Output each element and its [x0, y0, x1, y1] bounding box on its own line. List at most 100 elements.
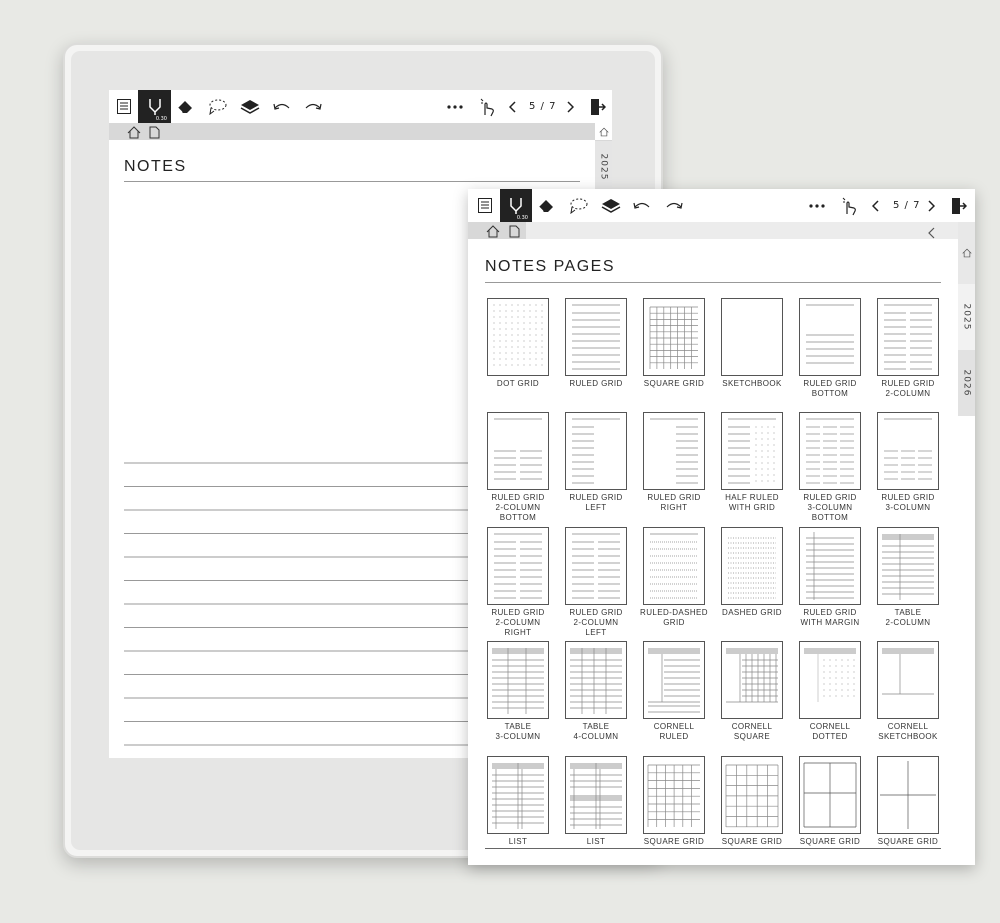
eraser-icon[interactable] — [536, 189, 558, 222]
template-thumbnail[interactable] — [565, 641, 627, 719]
lasso-icon[interactable] — [566, 189, 590, 222]
template-label[interactable]: CORNELL SQUARE — [708, 722, 796, 742]
template-thumbnail[interactable] — [487, 412, 549, 490]
front-screen: 0.30 5 / 7 2025 2026 NOTES PAGES DOT GRI… — [468, 189, 975, 865]
template-thumbnail[interactable] — [643, 527, 705, 605]
side-tab-2025[interactable]: 2025 — [958, 284, 975, 350]
template-label[interactable]: SQUARE GRID — [630, 379, 718, 389]
template-label[interactable]: RULED GRID 2-COLUMN RIGHT — [474, 608, 562, 638]
template-thumbnail[interactable] — [487, 527, 549, 605]
page-icon[interactable] — [149, 124, 160, 143]
template-thumbnail[interactable] — [565, 298, 627, 376]
home-icon[interactable] — [486, 223, 500, 242]
toc-icon[interactable] — [474, 189, 496, 222]
next-page-icon[interactable] — [563, 90, 577, 123]
redo-icon[interactable] — [663, 189, 685, 222]
template-label[interactable]: RULED GRID 3-COLUMN BOTTOM — [786, 493, 874, 523]
side-tab-year[interactable]: 2025 — [595, 141, 612, 193]
template-thumbnail[interactable] — [799, 298, 861, 376]
exit-icon[interactable] — [587, 90, 609, 123]
template-label[interactable]: LIST — [552, 837, 640, 847]
template-thumbnail[interactable] — [799, 641, 861, 719]
template-label[interactable]: SKETCHBOOK — [708, 379, 796, 389]
template-thumbnail[interactable] — [877, 527, 939, 605]
layers-icon[interactable] — [598, 189, 624, 222]
template-label[interactable]: RULED GRID 2-COLUMN LEFT — [552, 608, 640, 638]
more-icon[interactable] — [806, 189, 828, 222]
template-thumbnail[interactable] — [721, 756, 783, 834]
pen-icon — [510, 197, 522, 214]
side-home-icon[interactable] — [958, 222, 975, 284]
template-label[interactable]: SQUARE GRID — [708, 837, 796, 847]
template-thumbnail[interactable] — [487, 641, 549, 719]
template-label[interactable]: RULED GRID — [552, 379, 640, 389]
template-label[interactable]: RULED GRID 2-COLUMN — [864, 379, 952, 399]
template-thumbnail[interactable] — [565, 756, 627, 834]
template-label[interactable]: CORNELL RULED — [630, 722, 718, 742]
template-label[interactable]: RULED GRID WITH MARGIN — [786, 608, 874, 628]
page-icon[interactable] — [509, 223, 520, 242]
template-thumbnail[interactable] — [721, 641, 783, 719]
touch-icon[interactable] — [838, 189, 860, 222]
next-page-icon[interactable] — [924, 189, 938, 222]
template-label[interactable]: RULED GRID 3-COLUMN — [864, 493, 952, 513]
exit-icon[interactable] — [948, 189, 970, 222]
template-thumbnail[interactable] — [643, 298, 705, 376]
eraser-icon[interactable] — [175, 90, 197, 123]
template-label[interactable]: TABLE 2-COLUMN — [864, 608, 952, 628]
template-label[interactable]: LIST — [474, 837, 562, 847]
redo-icon[interactable] — [302, 90, 324, 123]
template-thumbnail[interactable] — [799, 527, 861, 605]
template-thumbnail[interactable] — [721, 298, 783, 376]
layers-icon[interactable] — [237, 90, 263, 123]
template-thumbnail[interactable] — [721, 527, 783, 605]
template-thumbnail[interactable] — [565, 412, 627, 490]
template-thumbnail[interactable] — [487, 298, 549, 376]
template-label[interactable]: RULED GRID LEFT — [552, 493, 640, 513]
pen-icon — [148, 98, 161, 115]
side-tab-2026[interactable]: 2026 — [958, 350, 975, 416]
template-thumbnail[interactable] — [877, 298, 939, 376]
template-label[interactable]: TABLE 3-COLUMN — [474, 722, 562, 742]
template-label[interactable]: RULED GRID 2-COLUMN BOTTOM — [474, 493, 562, 523]
undo-icon[interactable] — [631, 189, 653, 222]
template-label[interactable]: DOT GRID — [474, 379, 562, 389]
template-thumbnail[interactable] — [799, 756, 861, 834]
template-label[interactable]: SQUARE GRID — [630, 837, 718, 847]
template-thumbnail[interactable] — [643, 412, 705, 490]
collapse-chevron-icon[interactable] — [928, 224, 936, 243]
template-thumbnail[interactable] — [721, 412, 783, 490]
template-label[interactable]: HALF RULED WITH GRID — [708, 493, 796, 513]
home-icon[interactable] — [127, 124, 141, 143]
template-thumbnail[interactable] — [877, 756, 939, 834]
toc-icon[interactable] — [113, 90, 135, 123]
lasso-icon[interactable] — [205, 90, 229, 123]
prev-page-icon[interactable] — [506, 90, 520, 123]
page-indicator: 5 / 7 — [893, 200, 921, 211]
side-home-icon[interactable] — [595, 123, 612, 140]
template-label[interactable]: CORNELL DOTTED — [786, 722, 874, 742]
template-label[interactable]: TABLE 4-COLUMN — [552, 722, 640, 742]
template-label[interactable]: RULED GRID RIGHT — [630, 493, 718, 513]
template-label[interactable]: SQUARE GRID — [864, 837, 952, 847]
template-label[interactable]: RULED GRID BOTTOM — [786, 379, 874, 399]
template-thumbnail[interactable] — [877, 641, 939, 719]
template-thumbnail[interactable] — [643, 756, 705, 834]
touch-icon[interactable] — [476, 90, 498, 123]
template-thumbnail[interactable] — [799, 412, 861, 490]
template-thumbnail[interactable] — [487, 756, 549, 834]
template-thumbnail[interactable] — [643, 641, 705, 719]
template-label[interactable]: CORNELL SKETCHBOOK — [864, 722, 952, 742]
template-label[interactable]: RULED-DASHED GRID — [630, 608, 718, 628]
undo-icon[interactable] — [271, 90, 293, 123]
nav-strip-fill — [526, 222, 958, 239]
side-tab-label: 2025 — [961, 303, 972, 331]
template-thumbnail[interactable] — [565, 527, 627, 605]
template-label[interactable]: DASHED GRID — [708, 608, 796, 618]
more-icon[interactable] — [444, 90, 466, 123]
prev-page-icon[interactable] — [869, 189, 883, 222]
template-thumbnail[interactable] — [877, 412, 939, 490]
pen-tool-button[interactable]: 0.30 — [138, 90, 171, 123]
pen-tool-button[interactable]: 0.30 — [500, 189, 532, 222]
template-label[interactable]: SQUARE GRID — [786, 837, 874, 847]
